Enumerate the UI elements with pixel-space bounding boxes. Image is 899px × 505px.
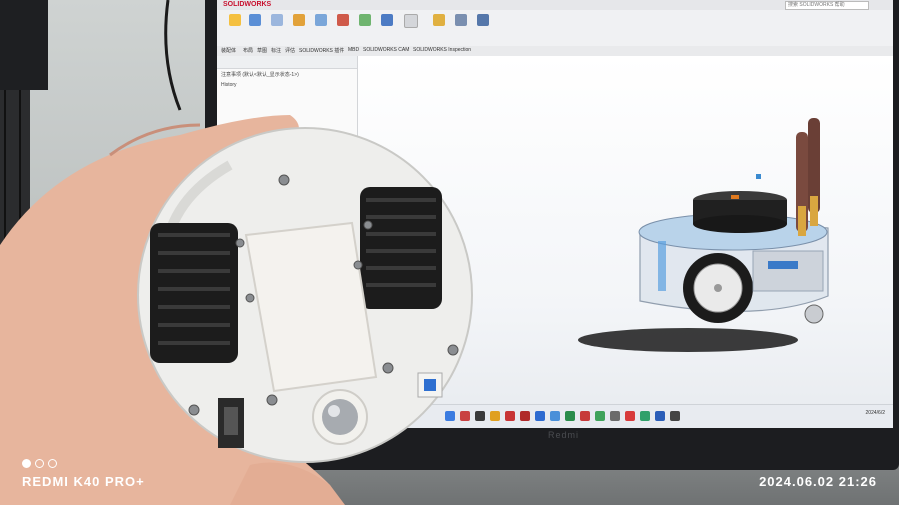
ribbon-button[interactable] xyxy=(357,14,373,40)
ribbon-icon xyxy=(315,14,327,26)
taskbar-icon[interactable] xyxy=(490,411,500,421)
tab-sketch[interactable]: 草图 xyxy=(257,47,267,54)
ribbon-icon xyxy=(337,14,349,26)
tab-assembly[interactable]: 装配体 xyxy=(221,47,236,54)
ribbon-icon xyxy=(433,14,445,26)
tab-markup[interactable]: 标注 xyxy=(271,47,281,54)
ribbon-button[interactable] xyxy=(403,14,419,40)
taskbar-icon[interactable] xyxy=(640,411,650,421)
ribbon-icon xyxy=(293,14,305,26)
feature-tree-toolbar xyxy=(217,56,357,69)
monitor-brand-logo: Redmi xyxy=(548,430,580,440)
ribbon-button[interactable] xyxy=(379,14,395,40)
button-icon xyxy=(417,372,443,398)
tab-evaluate[interactable]: 评估 xyxy=(285,47,295,54)
ribbon-button[interactable] xyxy=(269,14,285,40)
ball-caster-icon xyxy=(312,389,368,445)
taskbar-clock: 2024/6/2 xyxy=(866,410,885,416)
ribbon-icon xyxy=(381,14,393,26)
ribbon-button[interactable] xyxy=(291,14,307,40)
camera-watermark-dots xyxy=(22,455,61,473)
tab-addins[interactable]: SOLIDWORKS 插件 xyxy=(299,47,344,54)
dot-icon xyxy=(48,459,57,468)
ribbon-icon xyxy=(271,14,283,26)
ribbon-button[interactable] xyxy=(227,14,243,40)
tab-inspection[interactable]: SOLIDWORKS Inspection xyxy=(413,47,471,53)
ribbon-icon xyxy=(249,14,261,26)
taskbar-icon[interactable] xyxy=(595,411,605,421)
taskbar-icon[interactable] xyxy=(655,411,665,421)
taskbar-icon[interactable] xyxy=(505,411,515,421)
taskbar-date: 2024/6/2 xyxy=(865,410,885,416)
tree-root-item[interactable]: 注意事项 (默认<默认_显示状态-1>) xyxy=(217,69,357,80)
taskbar-icon[interactable] xyxy=(610,411,620,421)
tab-layout[interactable]: 布局 xyxy=(243,47,253,54)
ribbon-button[interactable] xyxy=(475,14,491,40)
tree-history-item[interactable]: History xyxy=(217,80,357,90)
taskbar-icon[interactable] xyxy=(670,411,680,421)
taskbar-icon[interactable] xyxy=(535,411,545,421)
hand-holding-robot xyxy=(0,115,473,505)
taskbar-icon[interactable] xyxy=(625,411,635,421)
camera-model-watermark: REDMI K40 PRO+ xyxy=(22,474,145,489)
ribbon-icon xyxy=(404,14,418,28)
ribbon-button[interactable] xyxy=(431,14,447,40)
search-input[interactable]: 搜索 SOLIDWORKS 帮助 xyxy=(785,1,869,10)
tab-mbd[interactable]: MBD xyxy=(348,47,359,53)
dot-icon xyxy=(22,459,31,468)
taskbar-icon[interactable] xyxy=(520,411,530,421)
ribbon-button[interactable] xyxy=(313,14,329,40)
timestamp-watermark: 2024.06.02 21:26 xyxy=(759,474,877,489)
ribbon-icon xyxy=(477,14,489,26)
ribbon-icon xyxy=(455,14,467,26)
taskbar-icon[interactable] xyxy=(580,411,590,421)
taskbar-icon[interactable] xyxy=(550,411,560,421)
ribbon-icon xyxy=(229,14,241,26)
taskbar-icon[interactable] xyxy=(565,411,575,421)
dot-icon xyxy=(35,459,44,468)
tab-cam[interactable]: SOLIDWORKS CAM xyxy=(363,47,409,53)
ribbon-button[interactable] xyxy=(335,14,351,40)
ribbon-button[interactable] xyxy=(453,14,469,40)
ribbon-icon xyxy=(359,14,371,26)
cad-ribbon xyxy=(217,10,893,47)
switch-icon xyxy=(218,398,244,448)
ribbon-button[interactable] xyxy=(247,14,263,40)
solidworks-logo: SOLIDWORKS xyxy=(223,1,272,8)
